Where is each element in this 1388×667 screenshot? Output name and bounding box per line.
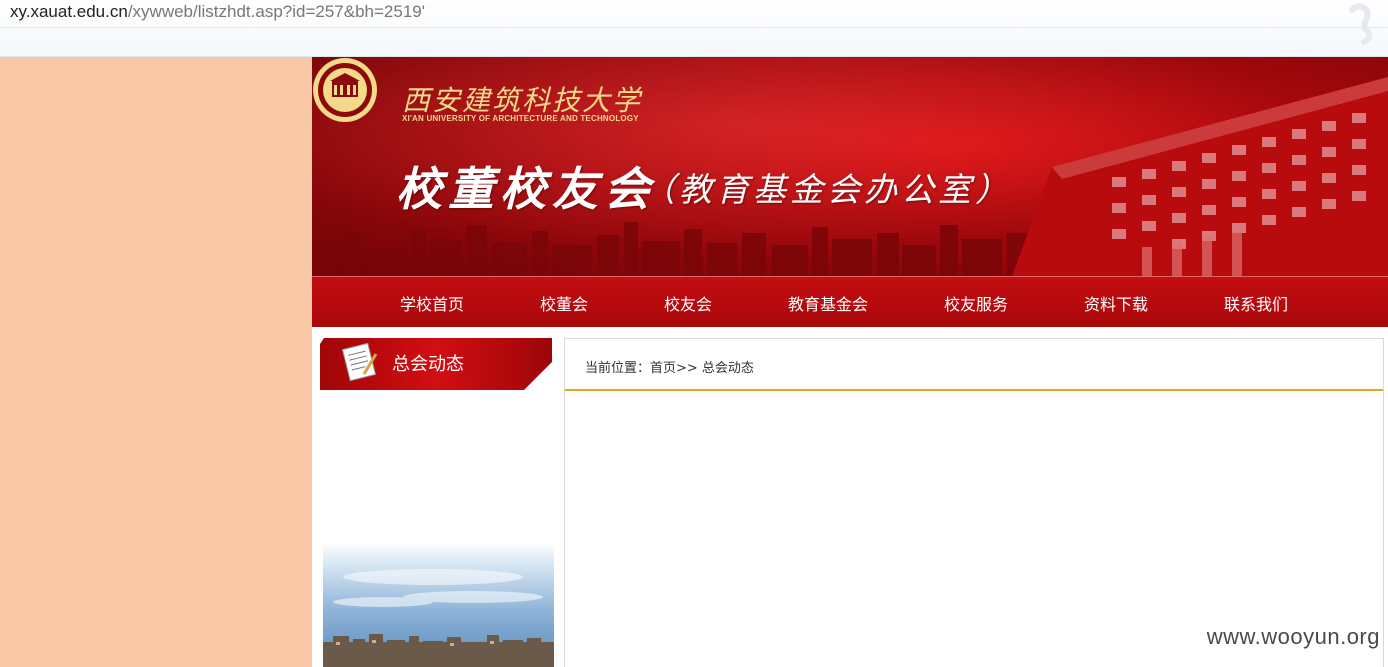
nav-item-downloads[interactable]: 资料下载 [1084, 291, 1148, 315]
nav-item-contact-us[interactable]: 联系我们 [1224, 291, 1288, 315]
breadcrumb: 当前位置：首页>> 总会动态 [585, 361, 754, 376]
page-left-background [0, 57, 312, 667]
main-nav: 学校首页 校董会 校友会 教育基金会 校友服务 资料下载 联系我们 [312, 276, 1388, 327]
nav-item-education-foundation[interactable]: 教育基金会 [788, 291, 868, 315]
sidebar-campus-photo [323, 542, 554, 667]
nav-item-school-home[interactable]: 学校首页 [400, 291, 464, 315]
url-row[interactable]: xy.xauat.edu.cn/xywweb/listzhdt.asp?id=2… [0, 0, 1388, 28]
site-container: 西安建筑科技大学 XI'AN UNIVERSITY OF ARCHITECTUR… [312, 57, 1388, 667]
university-name-en: XI'AN UNIVERSITY OF ARCHITECTURE AND TEC… [402, 114, 639, 123]
browser-menu-icon[interactable] [1344, 2, 1374, 46]
url-path: /xywweb/listzhdt.asp?id=257&bh=2519' [127, 2, 425, 21]
url-host: xy.xauat.edu.cn [10, 2, 128, 21]
content-panel: 当前位置：首页>> 总会动态 [564, 338, 1384, 667]
university-name-cn: 西安建筑科技大学 [402, 84, 643, 117]
university-seal-logo[interactable] [312, 57, 378, 123]
sidebar-title: 总会动态 [392, 354, 464, 375]
browser-address-bar: xy.xauat.edu.cn/xywweb/listzhdt.asp?id=2… [0, 0, 1388, 57]
nav-item-board[interactable]: 校董会 [540, 291, 588, 315]
banner-subtitle: （教育基金会办公室） [642, 170, 1012, 209]
content-divider [565, 389, 1383, 391]
banner-title: 校董校友会 [396, 162, 656, 216]
nav-item-alumni-association[interactable]: 校友会 [664, 291, 712, 315]
nav-item-alumni-services[interactable]: 校友服务 [944, 291, 1008, 315]
url-field[interactable]: xy.xauat.edu.cn/xywweb/listzhdt.asp?id=2… [10, 2, 425, 22]
watermark-text: www.wooyun.org [1206, 624, 1380, 649]
header-banner: 西安建筑科技大学 XI'AN UNIVERSITY OF ARCHITECTUR… [312, 57, 1388, 276]
